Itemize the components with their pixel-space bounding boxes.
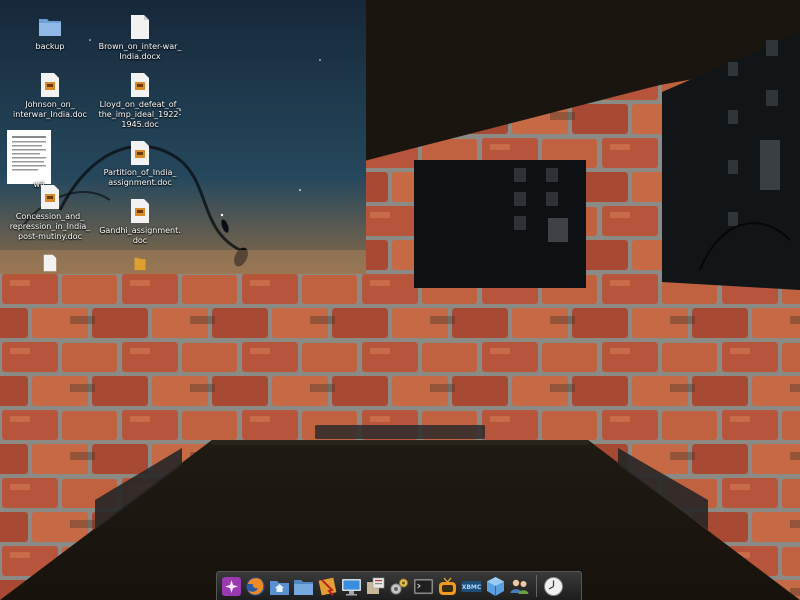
dock-launcher-monitor[interactable] xyxy=(340,575,363,598)
xbmc-icon: XBMC xyxy=(461,580,482,592)
dock-launcher-system-settings[interactable] xyxy=(388,575,411,598)
dock-separator xyxy=(536,575,537,597)
desktop-icon-label: Partition_of_India_ assignment.doc xyxy=(103,168,177,187)
document-thumbnail-icon xyxy=(7,130,51,184)
document-icon xyxy=(131,199,149,223)
document-icon xyxy=(131,73,149,97)
dock-launcher-virtualbox[interactable] xyxy=(484,575,507,598)
dock-launcher-xbmc[interactable]: XBMC xyxy=(460,575,483,598)
system-settings-icon xyxy=(390,578,408,594)
folder-icon xyxy=(294,579,313,595)
home-folder-icon xyxy=(270,580,289,595)
clock-icon xyxy=(544,576,563,596)
desktop-icon-backup[interactable]: backup xyxy=(5,14,95,52)
document-icon xyxy=(41,185,59,209)
desktop-icon-johnson-doc[interactable]: Johnson_on_ interwar_India.doc xyxy=(5,72,95,120)
kde-menu-icon xyxy=(222,576,241,596)
terminal-icon xyxy=(414,578,433,594)
desktop-icon-label: Brown_on_inter-war_ India.docx xyxy=(98,42,182,61)
cube-face-back xyxy=(414,160,586,288)
dock-panel: XBMC xyxy=(216,571,582,600)
document-icon xyxy=(41,73,59,97)
tv-icon xyxy=(439,577,456,595)
desktop-icon-label: Lloyd_on_defeat_of_ the_imp_ideal_1922- … xyxy=(98,100,182,129)
folder-icon xyxy=(134,257,146,271)
desktop-icon-label: Concession_and_ repression_in_India_ pos… xyxy=(9,212,91,241)
svg-text:XBMC: XBMC xyxy=(462,584,482,591)
firefox-icon xyxy=(246,577,265,595)
desktop-icon-partial-doc[interactable] xyxy=(5,254,95,274)
desktop-icon-partition-doc[interactable]: Partition_of_India_ assignment.doc xyxy=(95,140,185,188)
dock-launcher-package-manager[interactable] xyxy=(364,575,387,598)
dock-launcher-terminal[interactable] xyxy=(412,575,435,598)
dock-launcher-folder[interactable] xyxy=(292,575,315,598)
desktop-icon-lloyd-doc[interactable]: Lloyd_on_defeat_of_ the_imp_ideal_1922- … xyxy=(95,72,185,130)
dock-clock[interactable] xyxy=(542,575,565,598)
package-manager-icon xyxy=(367,577,385,594)
desktop-icon-label: Johnson_on_ interwar_India.doc xyxy=(13,100,87,119)
desktop-icon-label: backup xyxy=(35,42,65,51)
desktop-icon-partial-folder[interactable] xyxy=(95,256,185,274)
document-icon xyxy=(131,141,149,165)
desktop-icon-gandhi-doc[interactable]: Gandhi_assignment. doc xyxy=(95,198,185,246)
dock-launcher-firefox[interactable] xyxy=(244,575,267,598)
dock-launcher-tv[interactable] xyxy=(436,575,459,598)
document-icon xyxy=(43,254,57,272)
desktop-icon-concession-doc[interactable]: Concession_and_ repression_in_India_ pos… xyxy=(5,184,95,242)
package-installer-icon xyxy=(318,577,337,596)
monitor-icon xyxy=(342,578,361,595)
users-icon xyxy=(510,579,529,594)
folder-icon xyxy=(39,19,61,36)
dock-launcher-package-installer[interactable] xyxy=(316,575,339,598)
virtualbox-icon xyxy=(487,576,504,596)
desktop-icon-label: Gandhi_assignment. doc xyxy=(99,226,181,245)
dock-launcher-users[interactable] xyxy=(508,575,531,598)
far-dock-reflection xyxy=(315,425,485,439)
desktop-icon-brown-docx[interactable]: Brown_on_inter-war_ India.docx xyxy=(95,14,185,62)
dock-launcher-kde-menu[interactable] xyxy=(220,575,243,598)
dock-launcher-home[interactable] xyxy=(268,575,291,598)
document-icon xyxy=(131,15,149,39)
